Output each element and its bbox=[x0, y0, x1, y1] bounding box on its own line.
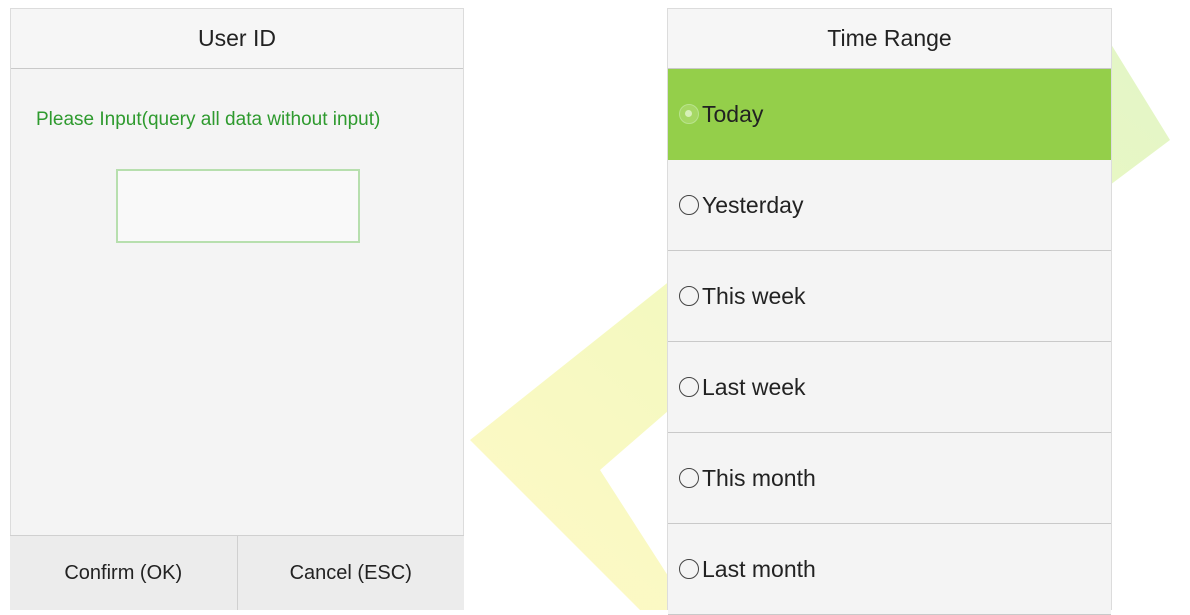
option-label: Last month bbox=[702, 555, 816, 582]
time-range-option-yesterday[interactable]: Yesterday bbox=[668, 160, 1111, 251]
radio-button-icon[interactable] bbox=[679, 377, 699, 397]
radio-button-icon[interactable] bbox=[679, 468, 699, 488]
radio-button-icon[interactable] bbox=[679, 195, 699, 215]
option-label: Today bbox=[702, 100, 764, 127]
user-id-input[interactable] bbox=[116, 169, 360, 243]
option-label: This month bbox=[702, 464, 816, 491]
time-range-list: Today Yesterday This week Last week This… bbox=[668, 69, 1111, 615]
cancel-button[interactable]: Cancel (ESC) bbox=[236, 536, 465, 610]
user-id-dialog: User ID Please Input(query all data with… bbox=[10, 8, 464, 610]
radio-button-icon[interactable] bbox=[679, 559, 699, 579]
radio-button-icon[interactable] bbox=[679, 286, 699, 306]
time-range-option-last-week[interactable]: Last week bbox=[668, 342, 1111, 433]
input-prompt: Please Input(query all data without inpu… bbox=[36, 109, 381, 130]
time-range-option-last-month[interactable]: Last month bbox=[668, 524, 1111, 615]
time-range-option-this-month[interactable]: This month bbox=[668, 433, 1111, 524]
option-label: This week bbox=[702, 282, 806, 309]
dialog-title: User ID bbox=[11, 9, 463, 69]
time-range-dialog: Time Range Today Yesterday This week Las… bbox=[667, 8, 1112, 615]
dialog-title: Time Range bbox=[668, 9, 1111, 69]
option-label: Yesterday bbox=[702, 191, 804, 218]
time-range-option-today[interactable]: Today bbox=[668, 69, 1111, 160]
dialog-button-bar: Confirm (OK) Cancel (ESC) bbox=[10, 535, 464, 610]
option-label: Last week bbox=[702, 373, 806, 400]
confirm-button[interactable]: Confirm (OK) bbox=[10, 536, 237, 610]
time-range-option-this-week[interactable]: This week bbox=[668, 251, 1111, 342]
radio-button-icon[interactable] bbox=[679, 104, 699, 124]
